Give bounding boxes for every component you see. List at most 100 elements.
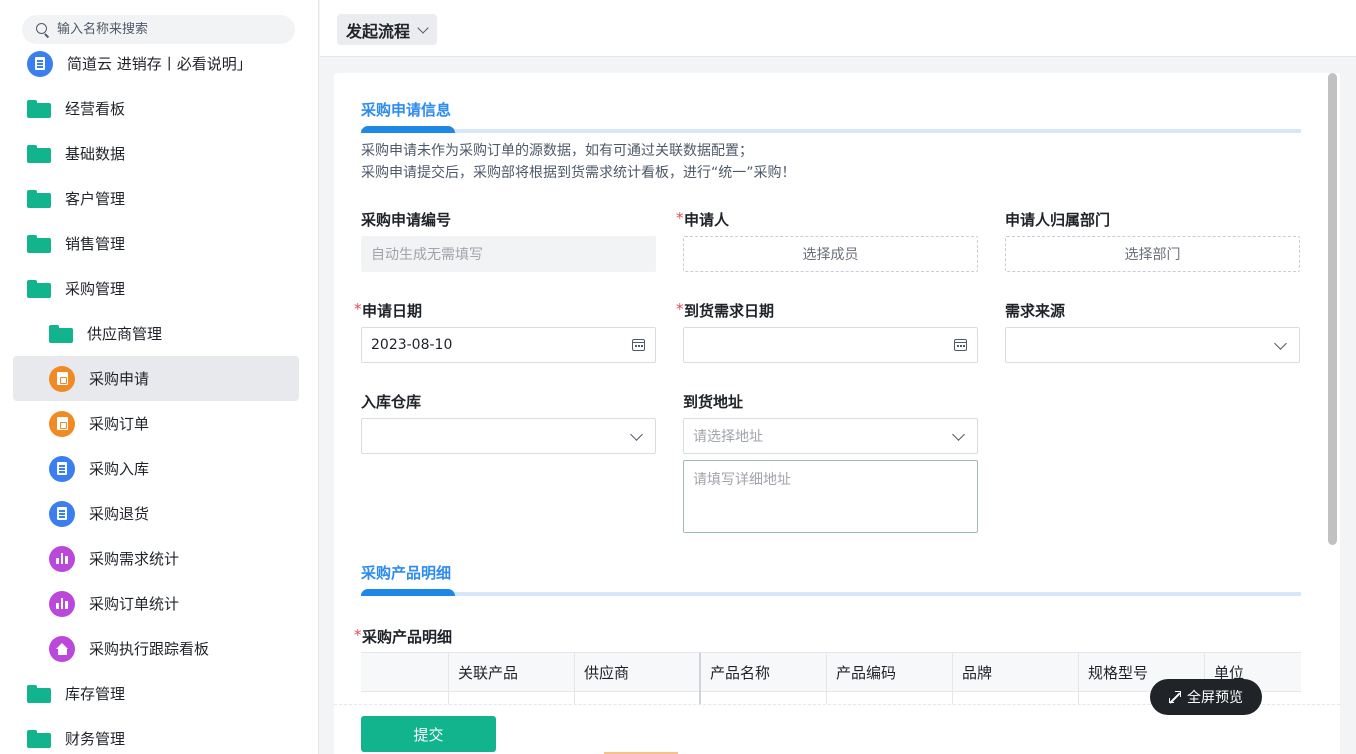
required-mark: * [354, 626, 362, 644]
calendar-icon[interactable] [632, 339, 645, 351]
select-member-placeholder: 选择成员 [802, 247, 859, 263]
sidebar-item-sales[interactable]: 销售管理 [13, 221, 299, 266]
folder-icon [49, 324, 73, 343]
doc-icon [49, 500, 75, 527]
folder-icon [27, 144, 51, 163]
sidebar-item-label: 供应商管理 [87, 325, 163, 343]
product-table-label-text: 采购产品明细 [362, 628, 453, 646]
bar-chart-icon [49, 545, 75, 572]
apply-date-input[interactable]: 2023-08-10 [361, 327, 656, 363]
sidebar-item-label: 财务管理 [65, 730, 126, 748]
folder-icon [27, 99, 51, 118]
sidebar-item-label: 库存管理 [65, 685, 126, 703]
sidebar-item-purchase-request[interactable]: 采购申请 [13, 356, 299, 401]
start-flow-label: 发起流程 [346, 21, 411, 41]
request-no-placeholder: 自动生成无需填写 [371, 247, 483, 263]
table-header-cell: 品牌 [952, 653, 1078, 692]
sidebar-item-purchase-order[interactable]: 采购订单 [13, 401, 299, 446]
chevron-down-icon [417, 21, 429, 34]
sidebar-item-label: 采购管理 [65, 280, 126, 298]
source-select[interactable] [1005, 327, 1300, 363]
address-select[interactable]: 请选择地址 [683, 418, 978, 454]
sidebar-item-label: 客户管理 [65, 190, 126, 208]
start-flow-button[interactable]: 发起流程 [337, 14, 438, 45]
section-title-request-info: 采购申请信息 [361, 101, 452, 119]
need-date-label: * 到货需求日期 [676, 300, 774, 321]
applicant-label: * 申请人 [676, 209, 729, 230]
folder-icon [27, 729, 51, 748]
dept-label: 申请人归属部门 [1005, 211, 1111, 229]
chevron-down-icon [952, 428, 965, 441]
sidebar-item-base-data[interactable]: 基础数据 [13, 131, 299, 176]
doc-icon [49, 455, 75, 482]
sidebar-item-finance[interactable]: 财务管理 [13, 716, 299, 754]
address-detail-textarea[interactable]: 请填写详细地址 [683, 460, 978, 533]
request-no-field: 自动生成无需填写 [361, 236, 656, 272]
sidebar-item-label: 经营看板 [65, 100, 126, 118]
sidebar-item-label: 采购订单 [89, 415, 150, 433]
source-label: 需求来源 [1005, 302, 1066, 320]
table-header-cell: 关联产品 [448, 653, 574, 692]
section-divider [361, 126, 1301, 133]
folder-icon [27, 684, 51, 703]
chevron-down-icon [630, 428, 643, 441]
search-box[interactable] [22, 15, 295, 44]
sidebar-item-label: 采购需求统计 [89, 550, 180, 568]
calendar-icon[interactable] [954, 339, 967, 351]
select-dept-field[interactable]: 选择部门 [1005, 236, 1300, 272]
sidebar-item-label: 基础数据 [65, 145, 126, 163]
warehouse-label: 入库仓库 [361, 393, 422, 411]
address-placeholder: 请选择地址 [693, 429, 763, 445]
fullscreen-preview-button[interactable]: 全屏预览 [1150, 679, 1262, 715]
sidebar-item-tracking-board[interactable]: 采购执行跟踪看板 [13, 626, 299, 671]
table-header-cell [361, 653, 448, 692]
address-label: 到货地址 [683, 393, 744, 411]
search-input[interactable] [57, 22, 277, 37]
table-header-cell: 产品编码 [826, 653, 952, 692]
clipboard-icon [49, 410, 75, 437]
sidebar-item-supplier[interactable]: 供应商管理 [13, 311, 299, 356]
folder-icon [27, 234, 51, 253]
submit-button[interactable]: 提交 [361, 716, 496, 752]
sidebar-item-label: 采购申请 [89, 370, 150, 388]
table-header-cell: 供应商 [574, 653, 699, 692]
sidebar-item-guide[interactable]: 简道云 进销存丨必看说明」 [13, 41, 299, 86]
section-divider [361, 589, 1301, 596]
scrollbar[interactable] [1328, 73, 1337, 545]
apply-date-label: * 申请日期 [354, 300, 423, 321]
sidebar-item-label: 销售管理 [65, 235, 126, 253]
clipboard-icon [49, 365, 75, 392]
table-header-cell: 产品名称 [699, 653, 826, 692]
sidebar-item-demand-stats[interactable]: 采购需求统计 [13, 536, 299, 581]
need-date-input[interactable] [683, 327, 978, 363]
sidebar: 简道云 进销存丨必看说明」 经营看板 基础数据 客户管理 销售管理 采购管理 供… [0, 0, 319, 754]
request-no-label: 采购申请编号 [361, 211, 452, 229]
folder-open-icon [27, 279, 51, 298]
folder-icon [27, 189, 51, 208]
sidebar-item-purchase[interactable]: 采购管理 [13, 266, 299, 311]
section-title-products: 采购产品明细 [361, 564, 452, 582]
sidebar-item-inventory[interactable]: 库存管理 [13, 671, 299, 716]
description-line: 采购申请未作为采购订单的源数据，如有可通过关联数据配置； [361, 143, 753, 159]
description-line: 采购申请提交后，采购部将根据到货需求统计看板，进行“统一”采购！ [361, 165, 796, 181]
select-member-field[interactable]: 选择成员 [683, 236, 978, 272]
product-table-label: * 采购产品明细 [354, 626, 453, 647]
sidebar-item-customer[interactable]: 客户管理 [13, 176, 299, 221]
search-icon [36, 22, 50, 37]
sidebar-item-business-dashboard[interactable]: 经营看板 [13, 86, 299, 131]
sidebar-item-order-stats[interactable]: 采购订单统计 [13, 581, 299, 626]
form-description: 采购申请未作为采购订单的源数据，如有可通过关联数据配置； 采购申请提交后，采购部… [361, 140, 796, 184]
sidebar-item-purchase-return[interactable]: 采购退货 [13, 491, 299, 536]
warehouse-select[interactable] [361, 418, 656, 454]
sidebar-item-label: 简道云 进销存丨必看说明」 [67, 55, 252, 73]
sidebar-item-label: 采购订单统计 [89, 595, 180, 613]
sidebar-item-label: 采购退货 [89, 505, 150, 523]
home-icon [49, 635, 75, 662]
topbar: 发起流程 [320, 0, 1356, 57]
sidebar-item-label: 采购入库 [89, 460, 150, 478]
form-card: 采购申请信息 采购申请未作为采购订单的源数据，如有可通过关联数据配置； 采购申请… [334, 73, 1340, 754]
required-mark: * [676, 209, 684, 227]
apply-date-label-text: 申请日期 [362, 302, 423, 320]
required-mark: * [354, 300, 362, 318]
sidebar-item-purchase-inbound[interactable]: 采购入库 [13, 446, 299, 491]
